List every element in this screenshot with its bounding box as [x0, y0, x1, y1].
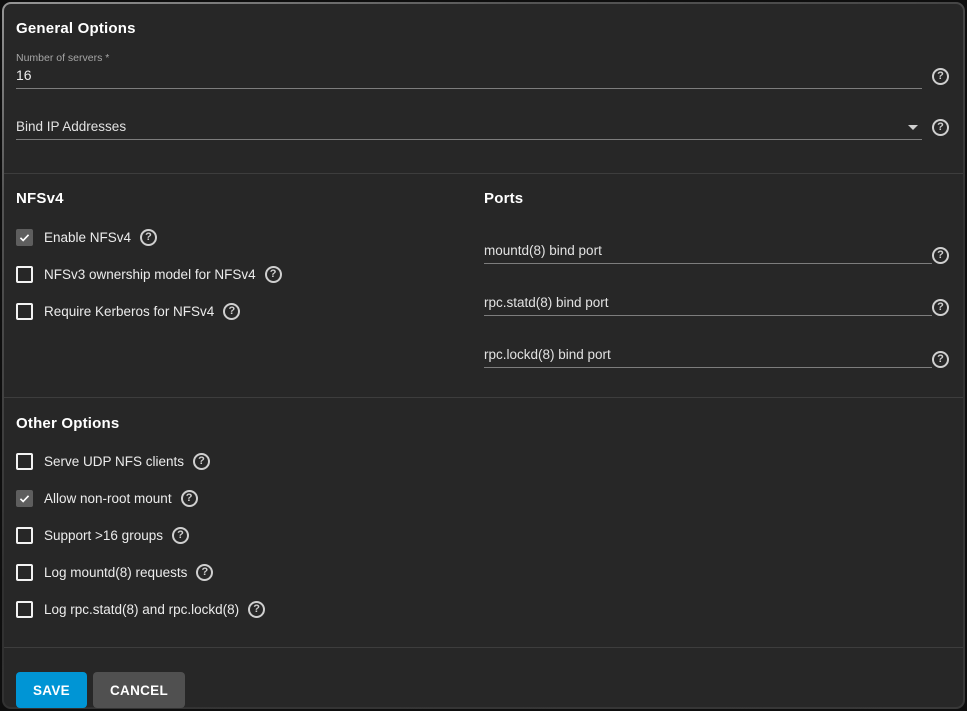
- allow-nonroot-checkbox[interactable]: [16, 490, 33, 507]
- help-icon[interactable]: ?: [172, 527, 189, 544]
- checkbox-row-nfsv3-ownership: NFSv3 ownership model for NFSv4 ?: [16, 265, 484, 283]
- nfs-config-form: General Options Number of servers * 16 ?…: [2, 2, 965, 709]
- help-icon[interactable]: ?: [932, 299, 949, 316]
- field-mountd-bind-port: mountd(8) bind port ?: [484, 241, 949, 264]
- checkbox-row-log-rpc: Log rpc.statd(8) and rpc.lockd(8) ?: [16, 600, 949, 618]
- help-glyph: ?: [937, 302, 944, 313]
- checkbox-row-log-mountd: Log mountd(8) requests ?: [16, 563, 949, 581]
- field-rpc-statd-bind-port: rpc.statd(8) bind port ?: [484, 293, 949, 316]
- nfsv3-ownership-checkbox[interactable]: [16, 266, 33, 283]
- mountd-bind-port-input[interactable]: mountd(8) bind port: [484, 241, 932, 264]
- rpc-lockd-bind-port-label: rpc.lockd(8) bind port: [484, 345, 932, 364]
- help-glyph: ?: [937, 122, 944, 133]
- checkbox-label: Log mountd(8) requests: [44, 564, 187, 581]
- section-other-options: Other Options Serve UDP NFS clients ? Al…: [4, 398, 963, 647]
- checkbox-label: NFSv3 ownership model for NFSv4: [44, 266, 256, 283]
- help-icon[interactable]: ?: [181, 490, 198, 507]
- bind-ip-addresses-select[interactable]: Bind IP Addresses: [16, 117, 922, 140]
- help-icon[interactable]: ?: [248, 601, 265, 618]
- form-actions: SAVE CANCEL: [4, 648, 963, 708]
- number-of-servers-input[interactable]: Number of servers * 16: [16, 52, 922, 89]
- log-mountd-checkbox[interactable]: [16, 564, 33, 581]
- section-general-options: General Options Number of servers * 16 ?…: [4, 4, 963, 173]
- rpc-statd-bind-port-input[interactable]: rpc.statd(8) bind port: [484, 293, 932, 316]
- checkbox-row-support-16-groups: Support >16 groups ?: [16, 526, 949, 544]
- checkbox-label: Serve UDP NFS clients: [44, 453, 184, 470]
- section-nfsv4-and-ports: NFSv4 Enable NFSv4 ? NFSv3 ownership mod…: [4, 174, 963, 397]
- checkbox-row-require-kerberos: Require Kerberos for NFSv4 ?: [16, 302, 484, 320]
- help-glyph: ?: [198, 456, 205, 467]
- nfsv4-column: NFSv4 Enable NFSv4 ? NFSv3 ownership mod…: [16, 190, 484, 368]
- ports-column: Ports mountd(8) bind port ? rpc.statd(8)…: [484, 190, 949, 368]
- mountd-bind-port-label: mountd(8) bind port: [484, 241, 932, 260]
- help-icon[interactable]: ?: [932, 351, 949, 368]
- checkbox-row-allow-nonroot: Allow non-root mount ?: [16, 489, 949, 507]
- help-icon[interactable]: ?: [196, 564, 213, 581]
- rpc-statd-bind-port-label: rpc.statd(8) bind port: [484, 293, 932, 312]
- help-icon[interactable]: ?: [265, 266, 282, 283]
- help-icon[interactable]: ?: [932, 247, 949, 264]
- help-icon[interactable]: ?: [932, 68, 949, 85]
- field-number-of-servers: Number of servers * 16 ?: [16, 52, 949, 89]
- rpc-lockd-bind-port-input[interactable]: rpc.lockd(8) bind port: [484, 345, 932, 368]
- number-of-servers-value: 16: [16, 66, 922, 85]
- checkbox-label: Log rpc.statd(8) and rpc.lockd(8): [44, 601, 239, 618]
- help-glyph: ?: [228, 306, 235, 317]
- support-16-groups-checkbox[interactable]: [16, 527, 33, 544]
- checkbox-row-enable-nfsv4: Enable NFSv4 ?: [16, 228, 484, 246]
- checkbox-label: Allow non-root mount: [44, 490, 172, 507]
- help-glyph: ?: [177, 530, 184, 541]
- section-title-other-options: Other Options: [16, 415, 949, 433]
- number-of-servers-label: Number of servers *: [16, 52, 922, 65]
- help-glyph: ?: [201, 567, 208, 578]
- cancel-button[interactable]: CANCEL: [93, 672, 185, 708]
- checkbox-row-serve-udp: Serve UDP NFS clients ?: [16, 452, 949, 470]
- chevron-down-icon[interactable]: [908, 125, 918, 130]
- help-glyph: ?: [145, 232, 152, 243]
- require-kerberos-checkbox[interactable]: [16, 303, 33, 320]
- section-title-nfsv4: NFSv4: [16, 190, 484, 208]
- enable-nfsv4-checkbox[interactable]: [16, 229, 33, 246]
- help-glyph: ?: [186, 493, 193, 504]
- checkbox-label: Require Kerberos for NFSv4: [44, 303, 214, 320]
- help-icon[interactable]: ?: [932, 119, 949, 136]
- checkbox-label: Support >16 groups: [44, 527, 163, 544]
- field-bind-ip-addresses: Bind IP Addresses ?: [16, 117, 949, 140]
- save-button[interactable]: SAVE: [16, 672, 87, 708]
- help-icon[interactable]: ?: [193, 453, 210, 470]
- bind-ip-addresses-label: Bind IP Addresses: [16, 117, 922, 136]
- field-rpc-lockd-bind-port: rpc.lockd(8) bind port ?: [484, 345, 949, 368]
- help-glyph: ?: [270, 269, 277, 280]
- checkbox-label: Enable NFSv4: [44, 229, 131, 246]
- serve-udp-checkbox[interactable]: [16, 453, 33, 470]
- section-title-ports: Ports: [484, 190, 949, 208]
- log-rpc-checkbox[interactable]: [16, 601, 33, 618]
- check-icon: [18, 231, 31, 244]
- section-title-general: General Options: [16, 20, 949, 38]
- help-glyph: ?: [937, 354, 944, 365]
- help-icon[interactable]: ?: [223, 303, 240, 320]
- help-glyph: ?: [937, 250, 944, 261]
- help-glyph: ?: [937, 71, 944, 82]
- check-icon: [18, 492, 31, 505]
- help-icon[interactable]: ?: [140, 229, 157, 246]
- help-glyph: ?: [253, 604, 260, 615]
